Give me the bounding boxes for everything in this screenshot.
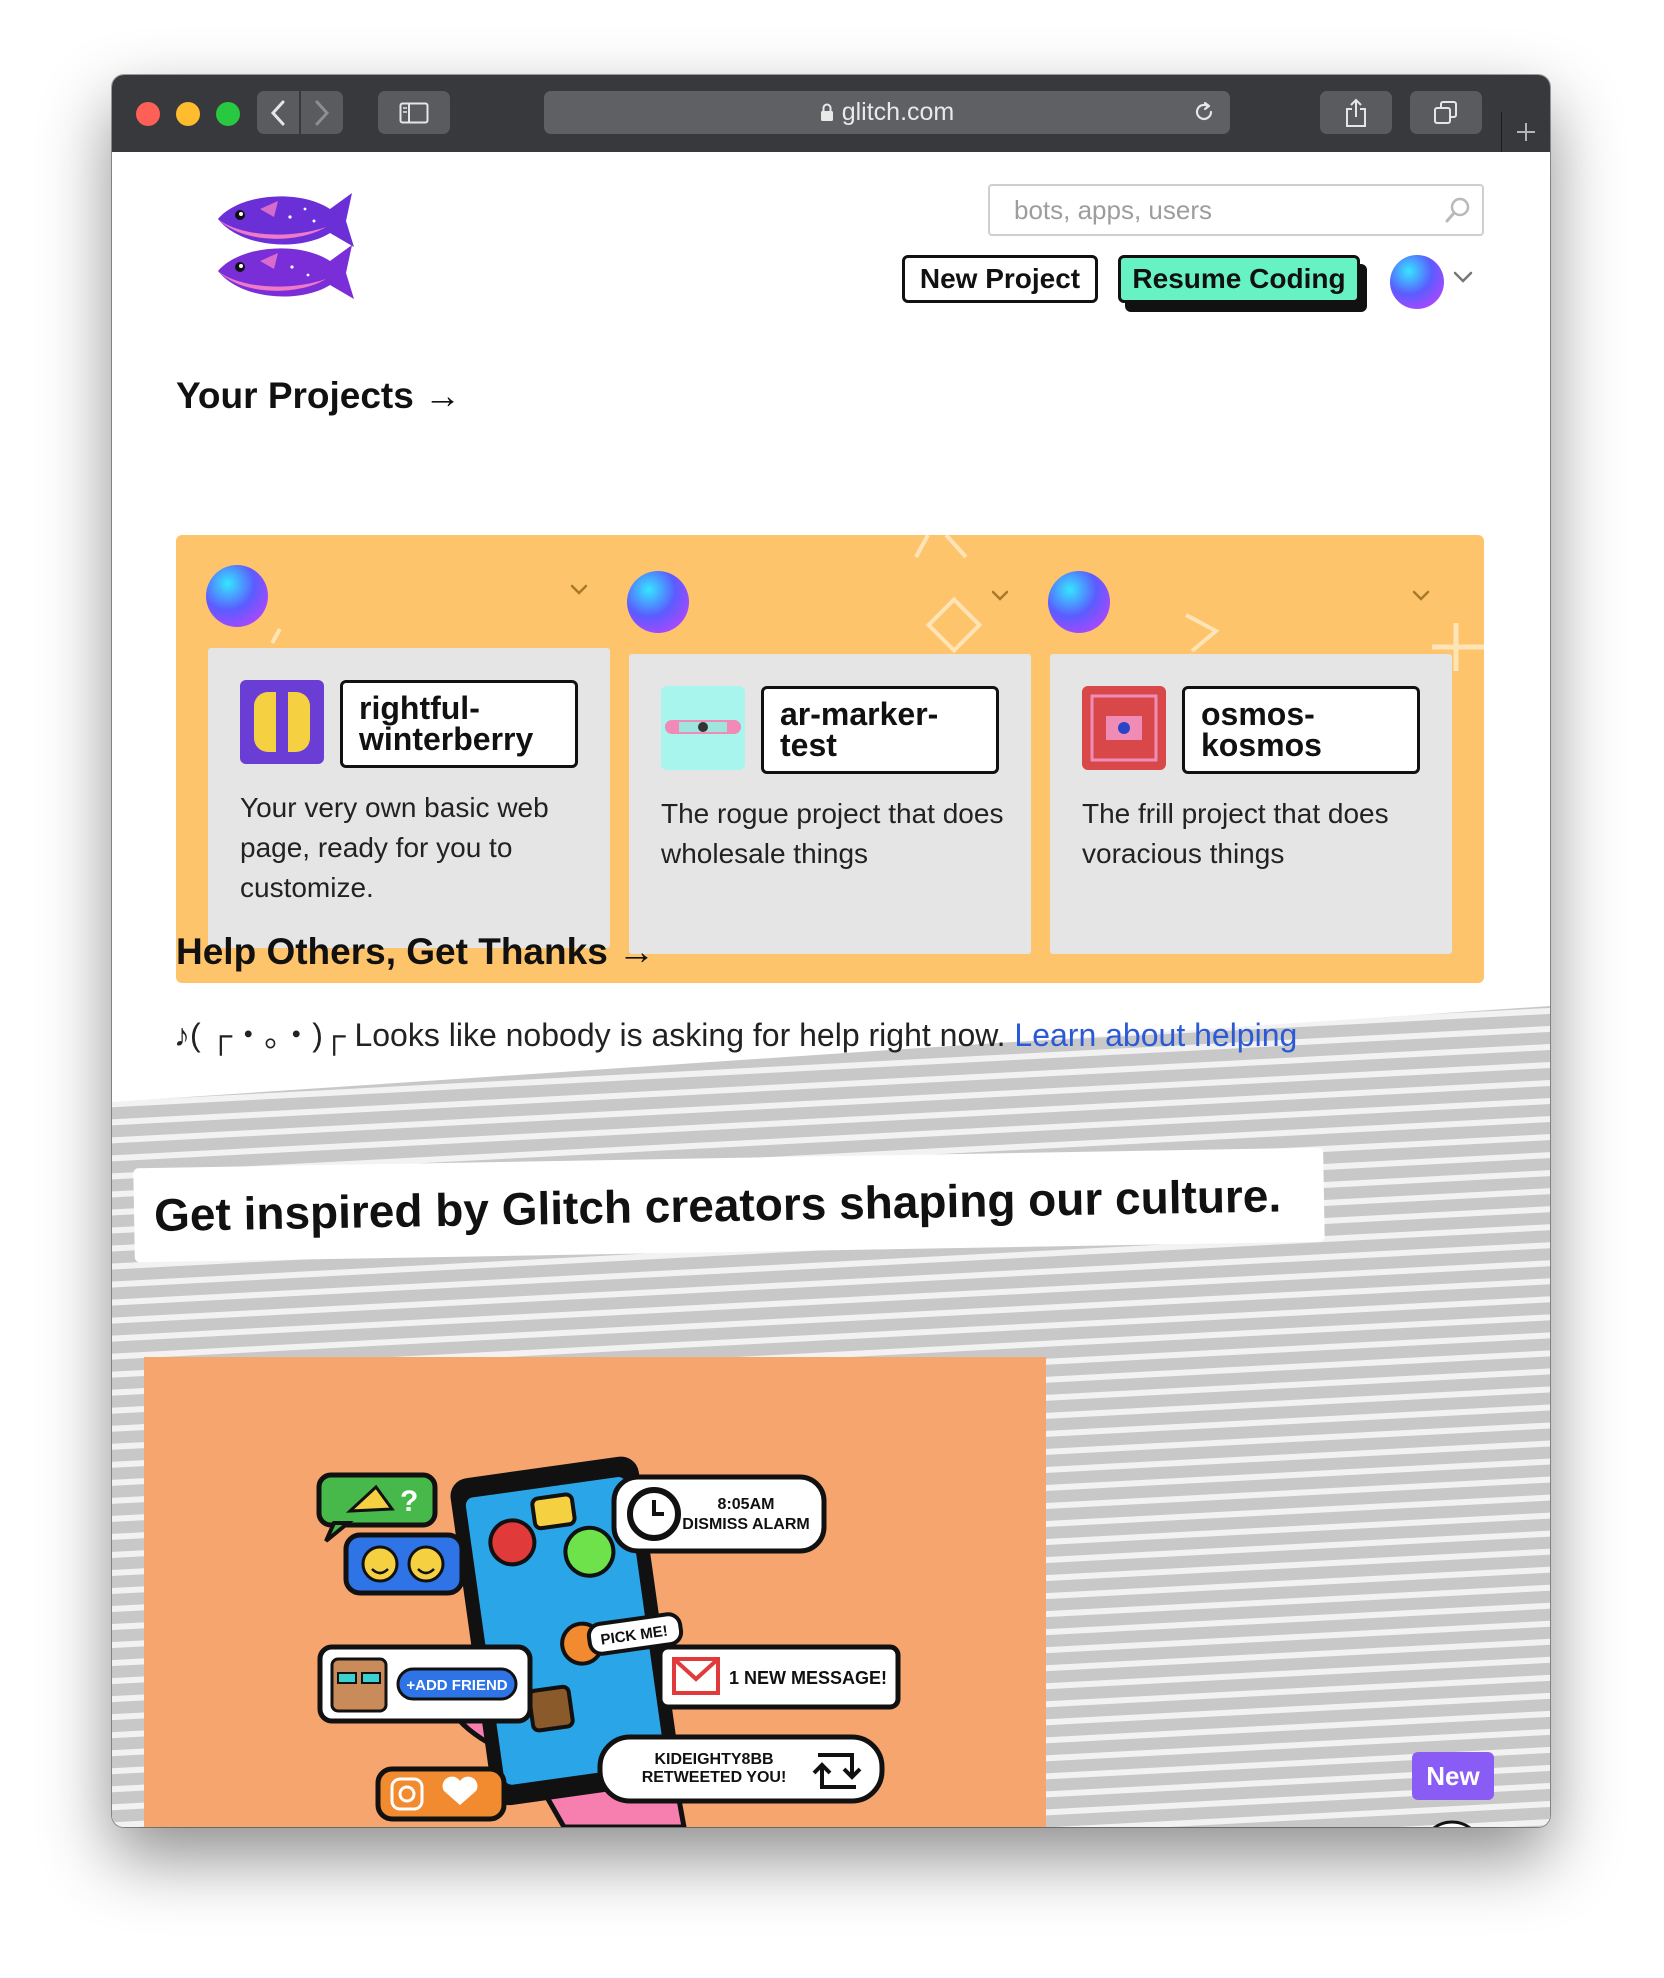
browser-toolbar: glitch.com [112,75,1550,153]
help-others-heading[interactable]: Help Others, Get Thanks → [176,931,655,973]
retweet-user: KIDEIGHTY8BB [654,1751,773,1768]
zoom-window-button[interactable] [216,102,240,126]
tabs-icon [1434,100,1457,124]
sidebar-toggle-button[interactable] [378,91,450,134]
svg-text:?: ? [400,1485,418,1518]
project-thumbnail [661,686,745,770]
project-name[interactable]: osmos- kosmos [1182,686,1420,774]
address-bar[interactable]: glitch.com [544,91,1230,134]
project-description: Your very own basic web page, ready for … [240,792,549,903]
project-card[interactable]: osmos- kosmos The frill project that doe… [1050,654,1452,954]
new-project-button[interactable]: New Project [902,255,1098,303]
chevron-down-icon[interactable] [990,589,1010,603]
project-name[interactable]: rightful- winterberry [340,680,578,768]
help-message: ♪( ┌・。・)┌ Looks like nobody is asking fo… [174,1010,1297,1056]
project-thumbnail [1082,686,1166,770]
project-owner-avatar[interactable] [627,571,689,633]
project-description: The rogue project that does wholesale th… [661,798,1004,869]
lock-icon [820,103,834,122]
forward-button[interactable] [301,91,343,134]
retweet-text: RETWEETED YOU! [642,1769,787,1786]
back-button[interactable] [257,91,299,134]
chevron-right-icon [315,100,330,125]
search-box[interactable] [988,184,1484,236]
chevron-down-icon[interactable] [1411,589,1431,603]
url-text: glitch.com [841,98,955,126]
alarm-action: DISMISS ALARM [682,1516,809,1533]
project-description: The frill project that does voracious th… [1082,798,1389,869]
new-tab-button[interactable] [1501,112,1550,152]
close-window-button[interactable] [136,102,160,126]
share-icon [1346,98,1366,127]
resume-coding-button[interactable]: Resume Coding [1118,255,1360,303]
project-owner-avatar[interactable] [1048,571,1110,633]
user-avatar[interactable] [1390,255,1444,309]
help-message-text: ♪( ┌・。・)┌ Looks like nobody is asking fo… [174,1017,1006,1053]
glitch-fish-logo[interactable] [210,187,360,308]
search-icon[interactable] [1444,196,1472,229]
project-card[interactable]: rightful- winterberry Your very own basi… [208,648,610,948]
minimize-window-button[interactable] [176,102,200,126]
project-card[interactable]: ar-marker- test The rogue project that d… [629,654,1031,954]
share-button[interactable] [1320,91,1392,134]
plus-icon [1517,123,1535,141]
project-thumbnail [240,680,324,764]
chevron-left-icon [270,100,285,125]
chevron-down-icon[interactable] [1452,270,1474,289]
hero-illustration[interactable]: ? 8:05AM DISMISS ALARM PICK ME! +ADD FRI… [144,1357,1046,1827]
reload-icon[interactable] [1192,100,1216,131]
glitch-page: New Project Resume Coding Your Projects … [112,152,1550,1827]
new-message-label: 1 NEW MESSAGE! [729,1668,887,1688]
project-owner-avatar[interactable] [206,565,268,627]
your-projects-heading[interactable]: Your Projects → [176,375,461,417]
dog-mascot[interactable] [1412,1812,1512,1827]
learn-about-helping-link[interactable]: Learn about helping [1014,1017,1297,1053]
chevron-down-icon[interactable] [569,583,589,597]
project-name[interactable]: ar-marker- test [761,686,999,774]
tabs-overview-button[interactable] [1410,91,1482,134]
browser-window: glitch.com bots, apps, users New Project… [112,75,1550,1827]
add-friend-label: +ADD FRIEND [406,1677,507,1694]
alarm-time: 8:05AM [718,1496,775,1513]
search-input[interactable] [1012,186,1436,234]
projects-container: rightful- winterberry Your very own basi… [176,535,1484,983]
new-badge[interactable]: New [1412,1752,1494,1800]
sidebar-icon [399,102,429,123]
culture-heading: Get inspired by Glitch creators shaping … [133,1147,1325,1263]
